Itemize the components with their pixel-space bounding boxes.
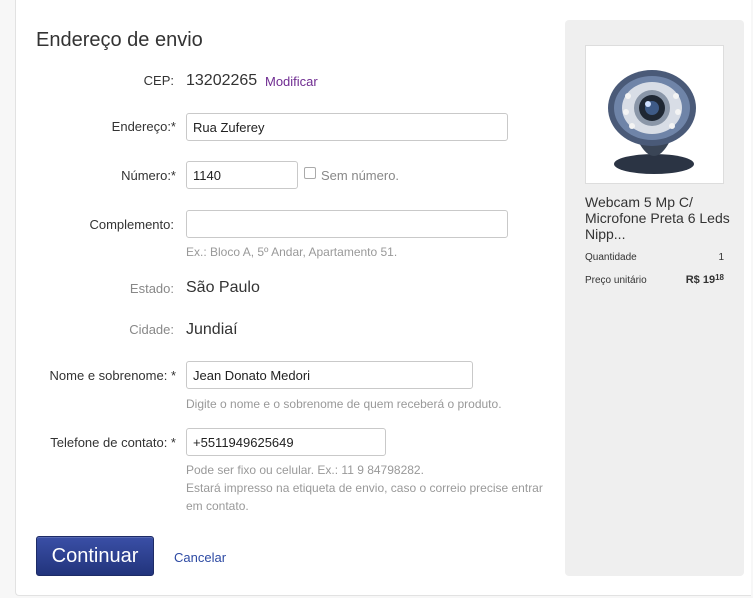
continue-button[interactable]: Continuar [36, 536, 154, 576]
page-title: Endereço de envio [36, 29, 203, 51]
address-label: Endereço:* [111, 119, 176, 134]
webcam-image[interactable] [585, 45, 724, 184]
state-value: São Paulo [186, 279, 260, 296]
state-label: Estado: [129, 281, 174, 296]
no-number-checkbox[interactable] [304, 167, 316, 179]
phone-hint-3: em contato. [186, 499, 249, 513]
order-summary: Webcam 5 Mp C/ Microfone Preta 6 Leds Ni… [565, 20, 744, 576]
phone-label: Telefone de contato: * [50, 435, 176, 450]
complement-input[interactable] [186, 210, 508, 238]
complement-hint: Ex.: Bloco A, 5º Andar, Apartamento 51. [186, 245, 398, 259]
quantity-value: 1 [718, 252, 724, 263]
unit-price-value: R$ 1918 [686, 273, 724, 286]
name-hint: Digite o nome e o sobrenome de quem rece… [186, 397, 502, 411]
product-name[interactable]: Webcam 5 Mp C/ Microfone Preta 6 Leds Ni… [585, 194, 735, 242]
complement-label: Complemento: [89, 217, 174, 232]
cep-value: 13202265 [186, 72, 258, 89]
cep-label: CEP: [143, 73, 174, 88]
webcam-icon [608, 70, 696, 174]
unit-price-main: R$ 19 [685, 274, 716, 286]
phone-hint-1: Pode ser fixo ou celular. Ex.: 11 9 8479… [186, 463, 424, 477]
name-input[interactable] [186, 361, 473, 389]
unit-price-cents: 18 [715, 273, 724, 282]
no-number-label: Sem número. [321, 168, 400, 183]
city-label: Cidade: [129, 322, 174, 337]
cancel-link[interactable]: Cancelar [174, 550, 226, 565]
modify-cep-link[interactable]: Modificar [265, 74, 318, 89]
unit-price-label: Preço unitário [585, 275, 647, 286]
city-value: Jundiaí [186, 321, 238, 338]
phone-input[interactable] [186, 428, 386, 456]
number-label: Número:* [121, 168, 176, 183]
phone-hint-2: Estará impresso na etiqueta de envio, ca… [186, 481, 543, 495]
name-label: Nome e sobrenome: * [49, 368, 176, 383]
number-input[interactable] [186, 161, 298, 189]
address-input[interactable] [186, 113, 508, 141]
quantity-label: Quantidade [585, 252, 637, 263]
